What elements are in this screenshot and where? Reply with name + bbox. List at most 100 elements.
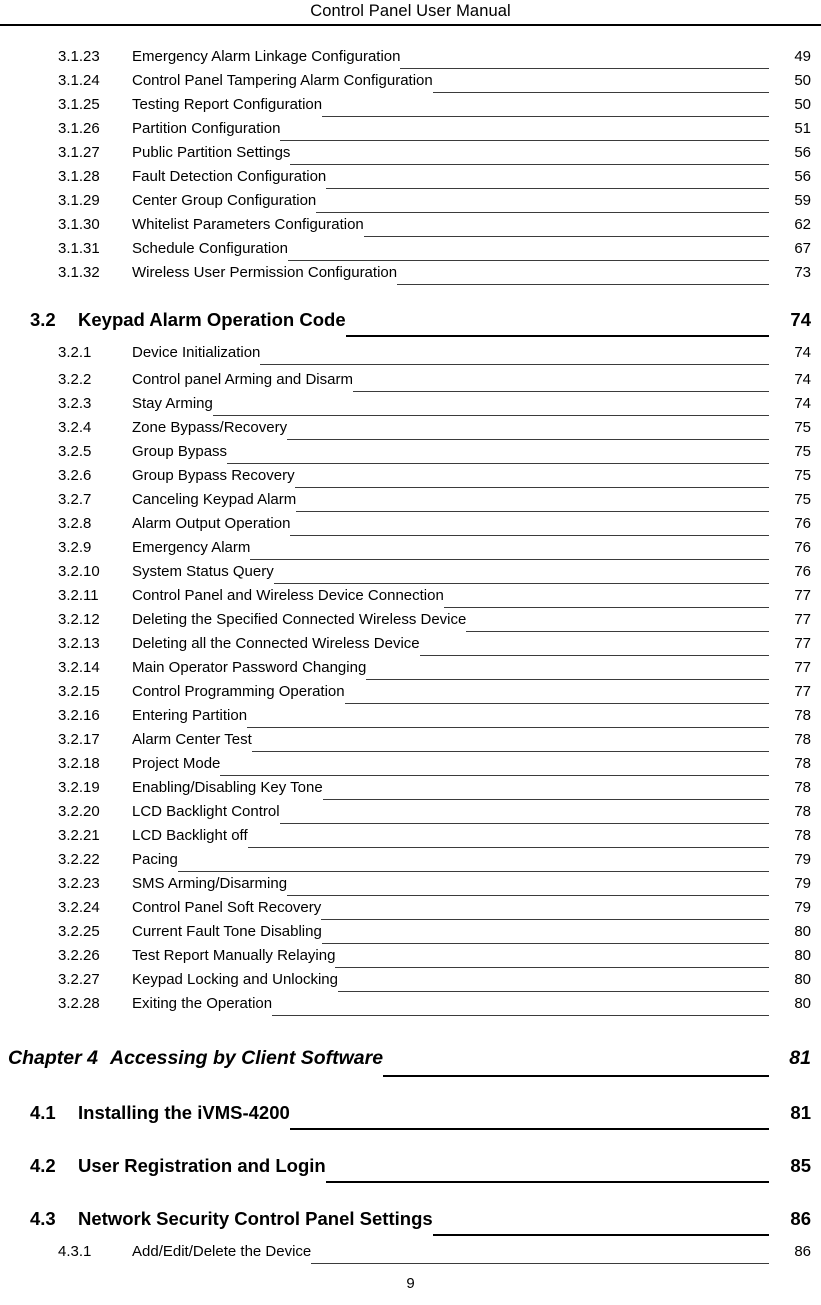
toc-entry-label[interactable]: Accessing by Client Software xyxy=(110,1047,383,1070)
toc-entry[interactable]: 3.2.20 LCD Backlight Control 78 xyxy=(0,803,821,827)
toc-entry[interactable]: 3.2.28 Exiting the Operation 80 xyxy=(0,995,821,1019)
toc-entry[interactable]: 4.3 Network Security Control Panel Settin… xyxy=(0,1198,821,1240)
toc-entry-label[interactable]: Pacing xyxy=(132,851,178,868)
toc-entry-label[interactable]: Current Fault Tone Disabling xyxy=(132,923,322,940)
toc-entry-label[interactable]: Keypad Locking and Unlocking xyxy=(132,971,338,988)
toc-entry-label[interactable]: Entering Partition xyxy=(132,707,247,724)
toc-entry-label[interactable]: Main Operator Password Changing xyxy=(132,659,366,676)
toc-entry-page-number: 85 xyxy=(790,1155,811,1176)
toc-entry[interactable]: 3.2.2 Control panel Arming and Disarm 74 xyxy=(0,371,821,395)
toc-entry[interactable]: 3.2.15 Control Programming Operation 77 xyxy=(0,683,821,707)
toc-entry[interactable]: 3.2.26 Test Report Manually Relaying 80 xyxy=(0,947,821,971)
toc-entry-label[interactable]: Canceling Keypad Alarm xyxy=(132,491,296,508)
toc-entry[interactable]: 3.2 Keypad Alarm Operation Code 74 xyxy=(0,299,821,341)
toc-entry-label[interactable]: Whitelist Parameters Configuration xyxy=(132,216,364,233)
toc-entry-label[interactable]: Control Panel Soft Recovery xyxy=(132,899,321,916)
toc-entry-label[interactable]: Deleting all the Connected Wireless Devi… xyxy=(132,635,420,652)
toc-entry-label[interactable]: Deleting the Specified Connected Wireles… xyxy=(132,611,466,628)
toc-entry[interactable]: Chapter 4 Accessing by Client Software 81 xyxy=(0,1035,821,1081)
toc-entry[interactable]: 3.2.24 Control Panel Soft Recovery 79 xyxy=(0,899,821,923)
toc-entry-number: 3.1.32 xyxy=(58,264,100,281)
toc-entry-label[interactable]: LCD Backlight off xyxy=(132,827,248,844)
toc-entry-label[interactable]: Device Initialization xyxy=(132,344,260,361)
toc-entry[interactable]: 3.2.22 Pacing 79 xyxy=(0,851,821,875)
toc-entry-label[interactable]: Control panel Arming and Disarm xyxy=(132,371,353,388)
toc-entry-label[interactable]: Enabling/Disabling Key Tone xyxy=(132,779,323,796)
toc-entry-label[interactable]: Partition Configuration xyxy=(132,120,280,137)
toc-entry[interactable]: 3.2.6 Group Bypass Recovery 75 xyxy=(0,467,821,491)
toc-entry[interactable]: 3.2.12 Deleting the Specified Connected W… xyxy=(0,611,821,635)
toc-entry[interactable]: 3.1.24 Control Panel Tampering Alarm Conf… xyxy=(0,72,821,96)
toc-entry-number: 4.3 xyxy=(30,1208,56,1229)
toc-entry-label[interactable]: Center Group Configuration xyxy=(132,192,316,209)
toc-entry[interactable]: 3.2.21 LCD Backlight off 78 xyxy=(0,827,821,851)
toc-entry-label[interactable]: Keypad Alarm Operation Code xyxy=(78,309,346,331)
toc-entry-label[interactable]: Public Partition Settings xyxy=(132,144,290,161)
toc-entry[interactable]: 3.2.10 System Status Query 76 xyxy=(0,563,821,587)
toc-entry-label[interactable]: Network Security Control Panel Settings xyxy=(78,1208,433,1230)
toc-entry[interactable]: 3.2.4 Zone Bypass/Recovery 75 xyxy=(0,419,821,443)
toc-entry[interactable]: 3.1.32 Wireless User Permission Configura… xyxy=(0,264,821,288)
toc-entry-label[interactable]: Alarm Output Operation xyxy=(132,515,290,532)
toc-entry-label[interactable]: Control Panel Tampering Alarm Configurat… xyxy=(132,72,433,89)
toc-entry[interactable]: 4.1 Installing the iVMS-4200 81 xyxy=(0,1092,821,1134)
toc-entry-label[interactable]: SMS Arming/Disarming xyxy=(132,875,287,892)
toc-entry-label[interactable]: Control Panel and Wireless Device Connec… xyxy=(132,587,444,604)
toc-entry-label[interactable]: Add/Edit/Delete the Device xyxy=(132,1243,311,1260)
toc-entry[interactable]: 3.2.11 Control Panel and Wireless Device … xyxy=(0,587,821,611)
toc-entry-label[interactable]: Testing Report Configuration xyxy=(132,96,322,113)
toc-entry-label[interactable]: Installing the iVMS-4200 xyxy=(78,1102,290,1124)
toc-entry-number: 3.1.23 xyxy=(58,48,100,65)
toc-leader-line xyxy=(177,871,770,872)
toc-entry-label[interactable]: Exiting the Operation xyxy=(132,995,272,1012)
toc-entry[interactable]: 3.2.9 Emergency Alarm 76 xyxy=(0,539,821,563)
toc-entry[interactable]: 3.2.16 Entering Partition 78 xyxy=(0,707,821,731)
toc-entry[interactable]: 3.2.17 Alarm Center Test 78 xyxy=(0,731,821,755)
toc-entry-label[interactable]: Test Report Manually Relaying xyxy=(132,947,335,964)
toc-entry-page-number: 77 xyxy=(794,611,811,628)
toc-entry-label[interactable]: Wireless User Permission Configuration xyxy=(132,264,397,281)
toc-entry-label[interactable]: Project Mode xyxy=(132,755,220,772)
toc-entry-label[interactable]: Emergency Alarm Linkage Configuration xyxy=(132,48,400,65)
toc-entry-label[interactable]: Group Bypass Recovery xyxy=(132,467,295,484)
toc-entry[interactable]: 3.1.27 Public Partition Settings 56 xyxy=(0,144,821,168)
toc-entry-label[interactable]: Group Bypass xyxy=(132,443,227,460)
toc-entry[interactable]: 3.2.1 Device Initialization 74 xyxy=(0,344,821,368)
toc-entry[interactable]: 3.1.30 Whitelist Parameters Configuration… xyxy=(0,216,821,240)
toc-entry-number: 3.2.8 xyxy=(58,515,92,532)
toc-entry[interactable]: 3.2.14 Main Operator Password Changing 77 xyxy=(0,659,821,683)
toc-entry-label[interactable]: Fault Detection Configuration xyxy=(132,168,326,185)
toc-entry-label[interactable]: Schedule Configuration xyxy=(132,240,288,257)
toc-entry-number: Chapter 4 xyxy=(8,1046,98,1069)
toc-entry[interactable]: 3.2.5 Group Bypass 75 xyxy=(0,443,821,467)
toc-entry[interactable]: 3.1.29 Center Group Configuration 59 xyxy=(0,192,821,216)
toc-entry[interactable]: 3.2.13 Deleting all the Connected Wireles… xyxy=(0,635,821,659)
toc-entry-label[interactable]: Control Programming Operation xyxy=(132,683,345,700)
toc-entry[interactable]: 4.2 User Registration and Login 85 xyxy=(0,1145,821,1187)
toc-entry-label[interactable]: Alarm Center Test xyxy=(132,731,252,748)
toc-leader-line xyxy=(322,799,770,800)
toc-entry[interactable]: 3.2.3 Stay Arming 74 xyxy=(0,395,821,419)
toc-entry[interactable]: 3.2.8 Alarm Output Operation 76 xyxy=(0,515,821,539)
toc-entry[interactable]: 4.3.1 Add/Edit/Delete the Device 86 xyxy=(0,1243,821,1267)
toc-entry-label[interactable]: User Registration and Login xyxy=(78,1155,326,1177)
toc-entry[interactable]: 3.1.23 Emergency Alarm Linkage Configurat… xyxy=(0,48,821,72)
toc-entry-label[interactable]: LCD Backlight Control xyxy=(132,803,280,820)
toc-entry[interactable]: 3.2.23 SMS Arming/Disarming 79 xyxy=(0,875,821,899)
toc-entry-label[interactable]: Stay Arming xyxy=(132,395,213,412)
toc-entry[interactable]: 3.2.19 Enabling/Disabling Key Tone 78 xyxy=(0,779,821,803)
toc-entry[interactable]: 3.1.28 Fault Detection Configuration 56 xyxy=(0,168,821,192)
toc-entry-label[interactable]: Emergency Alarm xyxy=(132,539,250,556)
toc-entry[interactable]: 3.2.25 Current Fault Tone Disabling 80 xyxy=(0,923,821,947)
toc-entry[interactable]: 3.2.18 Project Mode 78 xyxy=(0,755,821,779)
toc-entry-label[interactable]: System Status Query xyxy=(132,563,274,580)
toc-leader-line xyxy=(247,847,770,848)
toc-entry[interactable]: 3.2.7 Canceling Keypad Alarm 75 xyxy=(0,491,821,515)
toc-leader-line xyxy=(251,751,770,752)
toc-entry[interactable]: 3.1.31 Schedule Configuration 67 xyxy=(0,240,821,264)
toc-entry-label[interactable]: Zone Bypass/Recovery xyxy=(132,419,287,436)
toc-entry-page-number: 80 xyxy=(794,947,811,964)
toc-entry[interactable]: 3.1.25 Testing Report Configuration 50 xyxy=(0,96,821,120)
toc-entry[interactable]: 3.1.26 Partition Configuration 51 xyxy=(0,120,821,144)
toc-entry[interactable]: 3.2.27 Keypad Locking and Unlocking 80 xyxy=(0,971,821,995)
